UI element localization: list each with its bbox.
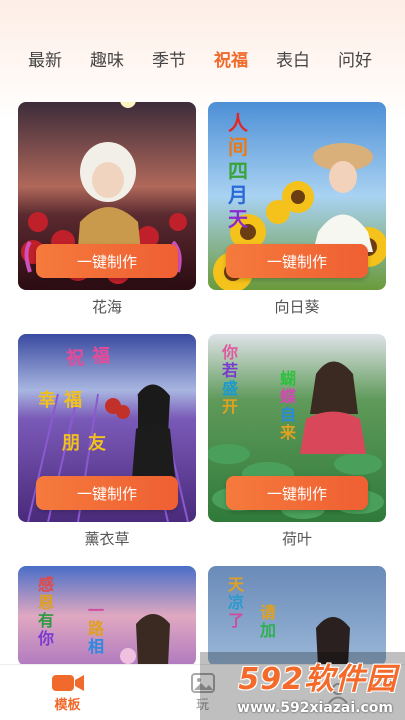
make-button[interactable]: 一键制作 [226, 244, 368, 278]
tab-blessing[interactable]: 祝福 [214, 49, 248, 73]
tab-latest[interactable]: 最新 [28, 49, 62, 73]
make-button[interactable]: 一键制作 [226, 476, 368, 510]
svg-text:蝶: 蝶 [280, 387, 297, 406]
template-card-lavender[interactable]: 祝福 幸福 朋友 一键制作 薰衣草 [18, 334, 196, 550]
watermark-url: www.592xiazai.com [237, 700, 393, 716]
svg-text:你: 你 [37, 629, 54, 648]
tab-season[interactable]: 季节 [152, 49, 186, 73]
make-button[interactable]: 一键制作 [36, 244, 178, 278]
svg-text:恩: 恩 [38, 593, 54, 612]
template-caption: 花海 [91, 298, 122, 316]
svg-text:自: 自 [280, 405, 296, 424]
svg-text:间: 间 [228, 135, 248, 159]
template-thumbnail[interactable]: 感 恩 有 你 一 路 相 [18, 566, 196, 666]
svg-text:四: 四 [228, 159, 248, 183]
video-camera-icon [51, 675, 84, 691]
svg-text:了: 了 [228, 611, 244, 630]
svg-text:相: 相 [88, 637, 104, 656]
tab-confession[interactable]: 表白 [276, 49, 310, 73]
svg-text:来: 来 [279, 423, 297, 442]
svg-text:月: 月 [227, 183, 248, 207]
tab-fun[interactable]: 趣味 [90, 49, 124, 73]
svg-text:加: 加 [259, 621, 276, 640]
svg-text:蝴: 蝴 [280, 369, 296, 388]
svg-text:凉: 凉 [228, 593, 244, 612]
svg-text:盛: 盛 [222, 379, 238, 398]
category-tabs: 最新 趣味 季节 祝福 表白 问好 [0, 44, 405, 78]
svg-text:人: 人 [228, 111, 249, 135]
template-caption: 荷叶 [281, 530, 312, 548]
template-card-sunflower[interactable]: 人 间 四 月 天 一键制作 向日葵 [208, 102, 386, 318]
svg-text:路: 路 [88, 619, 105, 638]
svg-text:天: 天 [228, 575, 245, 594]
template-thumbnail[interactable]: 一键制作 [18, 102, 196, 290]
template-thumbnail[interactable]: 天 凉 了 请 加 [208, 566, 386, 666]
svg-text:一: 一 [88, 601, 104, 620]
nav-item-templates[interactable]: 模板 [0, 665, 135, 720]
svg-text:朋: 朋 [62, 433, 80, 454]
tab-greeting[interactable]: 问好 [338, 49, 372, 73]
template-card-gratitude[interactable]: 感 恩 有 你 一 路 相 [18, 566, 196, 666]
template-card-flower-sea[interactable]: 一键制作 花海 [18, 102, 196, 318]
svg-text:开: 开 [222, 397, 238, 416]
svg-text:祝: 祝 [66, 347, 84, 369]
template-thumbnail[interactable]: 祝福 幸福 朋友 一键制作 [18, 334, 196, 522]
template-card-lotus-leaf[interactable]: 你 若 盛 开 蝴 蝶 自 来 一键制作 荷叶 [208, 334, 386, 550]
svg-text:福: 福 [91, 345, 110, 367]
make-button[interactable]: 一键制作 [36, 476, 178, 510]
template-card-cold-weather[interactable]: 天 凉 了 请 加 [208, 566, 386, 666]
template-caption: 薰衣草 [84, 530, 130, 548]
svg-text:请: 请 [260, 603, 276, 622]
svg-text:你: 你 [221, 343, 238, 362]
svg-text:感: 感 [38, 575, 54, 594]
template-thumbnail[interactable]: 人 间 四 月 天 一键制作 [208, 102, 386, 290]
svg-text:幸: 幸 [38, 389, 56, 411]
template-thumbnail[interactable]: 你 若 盛 开 蝴 蝶 自 来 一键制作 [208, 334, 386, 522]
svg-text:天: 天 [228, 207, 249, 231]
template-caption: 向日葵 [274, 298, 320, 316]
svg-text:有: 有 [38, 611, 54, 630]
watermark-logo: 592软件园 [238, 662, 397, 697]
svg-text:福: 福 [63, 389, 82, 411]
nav-label: 模板 [54, 698, 81, 713]
watermark: 592软件园 www.592xiazai.com [200, 652, 405, 720]
svg-text:若: 若 [221, 361, 238, 380]
svg-text:友: 友 [88, 432, 106, 454]
